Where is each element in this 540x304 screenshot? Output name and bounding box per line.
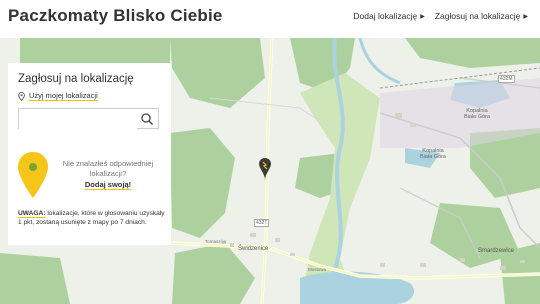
map-label-swidzenice: Świdzenice [238, 246, 269, 252]
caret-right-icon: ▶ [523, 13, 528, 20]
not-found-text: Nie znalazłeś odpowiedniej lokalizacji? [62, 159, 154, 178]
nav-vote-location[interactable]: Zagłosuj na lokalizację ▶ [435, 11, 528, 21]
site-logo[interactable]: Paczkomaty Blisko Ciebie [8, 6, 223, 26]
forest-area [20, 38, 170, 63]
search-input[interactable] [19, 110, 137, 129]
add-own-location-link[interactable]: Dodaj swoją! [84, 180, 132, 190]
map-label-mine-2: Kopalnia Biała Góra [420, 148, 446, 160]
map-label-smardzewice: Smardzewice [478, 248, 515, 254]
nav-add-location-label: Dodaj lokalizację [353, 11, 418, 21]
vote-panel: Zagłosuj na lokalizację Użyj mojej lokal… [8, 63, 171, 245]
map-label-tomaszow: Tomaszów [205, 239, 227, 244]
map-label-mostowa: Mostowa [308, 267, 327, 272]
panel-title: Zagłosuj na lokalizację [18, 73, 134, 85]
caret-right-icon: ▶ [420, 13, 425, 20]
nav-vote-location-label: Zagłosuj na lokalizację [434, 11, 521, 21]
map-label-mine-1: Kopalnia Biała Góra [464, 108, 490, 120]
map-label-road-432t: 432T [254, 219, 270, 227]
top-nav: Dodaj lokalizację ▶ Zagłosuj na lokaliza… [353, 11, 528, 21]
parcel-locker-marker-icon[interactable] [259, 158, 271, 180]
nav-add-location[interactable]: Dodaj lokalizację ▶ [353, 11, 424, 21]
warning-note: UWAGA: lokalizacje, które w głosowaniu u… [18, 210, 168, 227]
use-my-location-label: Użyj mojej lokalizacji [29, 91, 98, 101]
site-header: Paczkomaty Blisko Ciebie Dodaj lokalizac… [0, 0, 540, 38]
search-icon[interactable] [140, 112, 154, 126]
not-found-block: Nie znalazłeś odpowiedniej lokalizacji? … [53, 159, 163, 190]
use-my-location-link[interactable]: Użyj mojej lokalizacji [18, 91, 161, 101]
search-box [18, 108, 159, 129]
map-label-road-432m: 432M [498, 75, 515, 83]
warning-label: UWAGA: [18, 210, 46, 218]
location-pin-icon [18, 91, 25, 101]
forest-area [0, 253, 70, 304]
yellow-map-pin-icon [18, 152, 48, 198]
